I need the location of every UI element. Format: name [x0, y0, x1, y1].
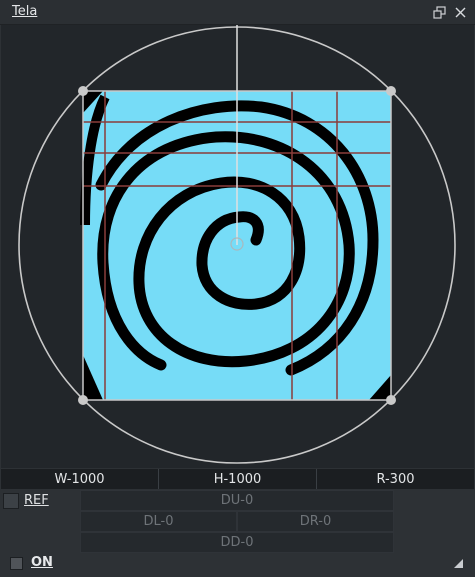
width-field[interactable]: W-1000 [1, 469, 159, 489]
param-row: W-1000 H-1000 R-300 [1, 469, 474, 489]
on-label[interactable]: ON [31, 555, 53, 570]
close-icon[interactable] [452, 4, 468, 20]
preview-svg [18, 25, 456, 464]
radius-field[interactable]: R-300 [317, 469, 474, 489]
height-field[interactable]: H-1000 [159, 469, 317, 489]
offset-left-field[interactable]: DL-0 [80, 511, 237, 532]
offset-up-field[interactable]: DU-0 [80, 490, 394, 511]
resize-grip-icon[interactable] [454, 559, 463, 568]
offset-down-field[interactable]: DD-0 [80, 532, 394, 553]
corner-handle-br[interactable] [386, 395, 396, 405]
ref-label[interactable]: REF [24, 493, 49, 508]
window-title: Tela [12, 4, 38, 19]
ref-checkbox[interactable] [3, 493, 19, 509]
float-window-icon[interactable] [431, 4, 447, 20]
offset-right-field[interactable]: DR-0 [237, 511, 394, 532]
canvas-area[interactable] [1, 25, 474, 468]
title-bar: Tela [0, 0, 475, 25]
corner-handle-tl[interactable] [78, 86, 88, 96]
corner-handle-tr[interactable] [386, 86, 396, 96]
corner-handle-bl[interactable] [78, 395, 88, 405]
on-checkbox[interactable] [10, 557, 23, 570]
